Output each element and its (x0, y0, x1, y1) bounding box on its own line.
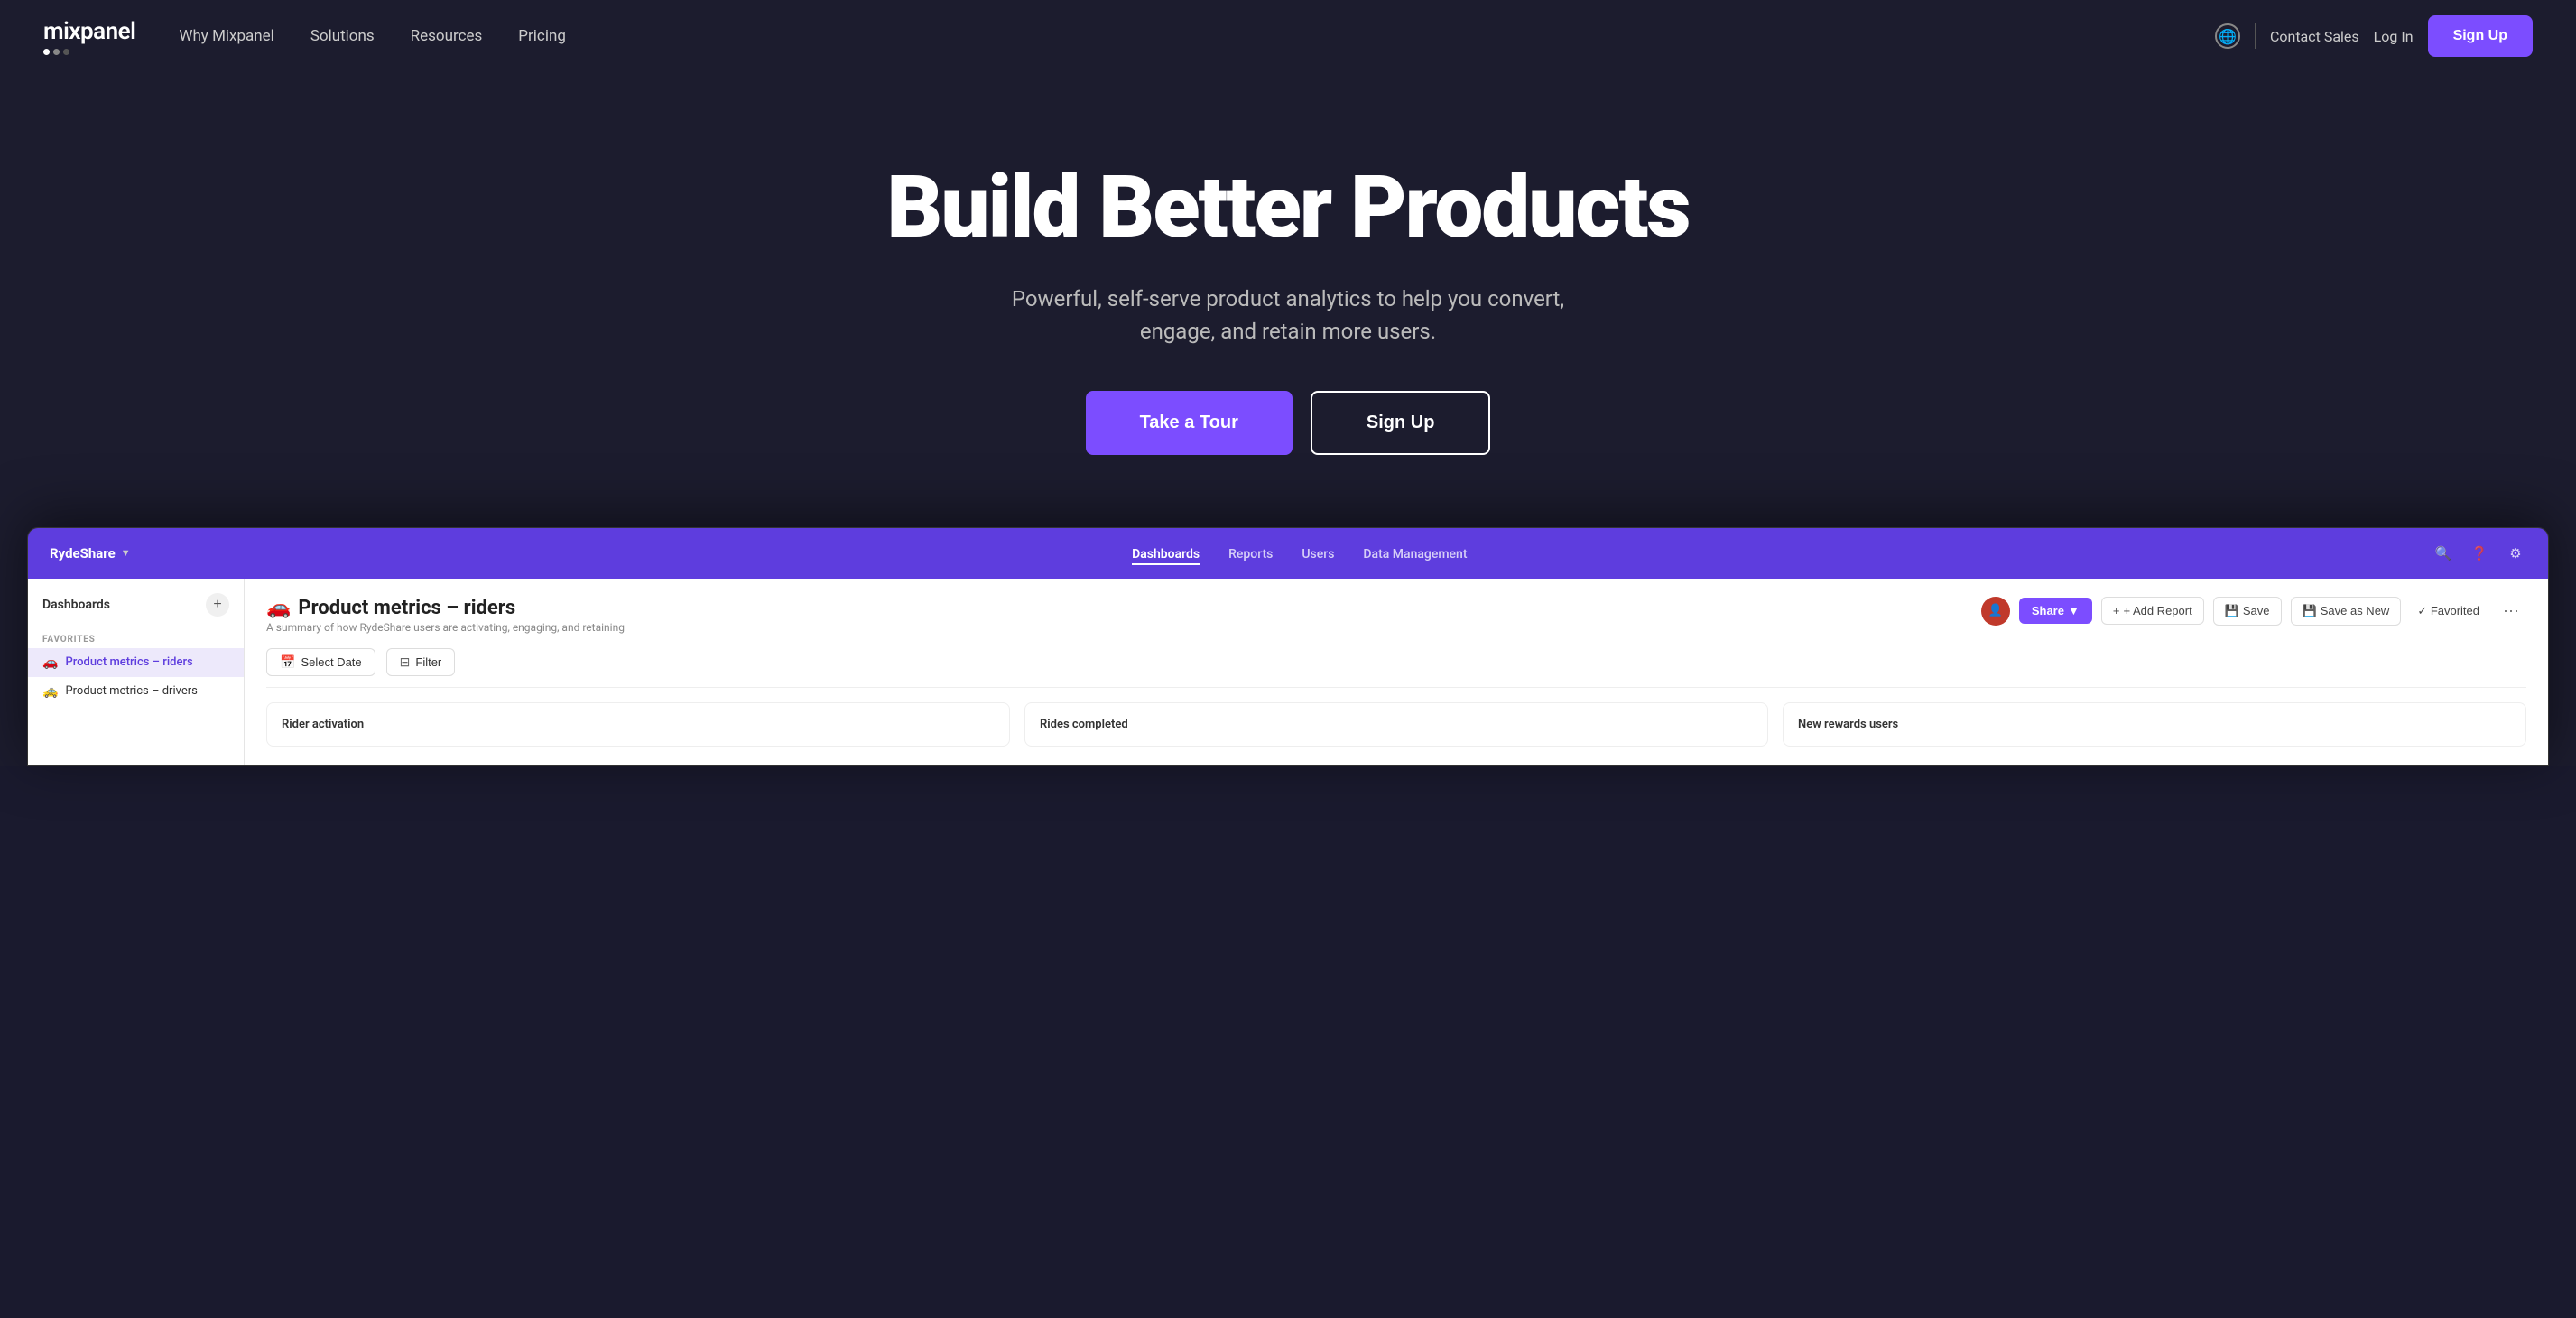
content-actions: 👤 Share ▼ + + Add Report 💾 Save (1981, 597, 2526, 626)
sidebar-item-drivers-label: Product metrics – drivers (65, 684, 197, 698)
settings-icon[interactable]: ⚙ (2505, 543, 2526, 564)
sidebar-add-button[interactable]: + (206, 593, 229, 617)
contact-sales-link[interactable]: Contact Sales (2270, 28, 2359, 45)
filter-icon: ⊟ (400, 654, 411, 670)
app-nav-dashboards[interactable]: Dashboards (1132, 547, 1200, 565)
signup-hero-button[interactable]: Sign Up (1311, 391, 1491, 455)
nav-link-why[interactable]: Why Mixpanel (179, 27, 273, 45)
calendar-icon: 📅 (280, 654, 295, 670)
app-nav-data-management[interactable]: Data Management (1363, 547, 1467, 562)
sidebar-item-riders-label: Product metrics – riders (65, 655, 192, 669)
logo-dot-2 (53, 49, 60, 55)
globe-icon[interactable]: 🌐 (2215, 23, 2240, 49)
add-report-button[interactable]: + + Add Report (2101, 597, 2204, 625)
app-content: 🚗 Product metrics – riders A summary of … (245, 579, 2548, 765)
logo-dot-1 (43, 49, 50, 55)
nav-right: 🌐 Contact Sales Log In Sign Up (2215, 15, 2533, 57)
share-chevron-icon: ▼ (2068, 604, 2080, 617)
filter-button[interactable]: ⊟ Filter (386, 648, 456, 676)
hero-title: Build Better Products (43, 162, 2533, 254)
metrics-row: Rider activation Rides completed New rew… (266, 702, 2526, 747)
app-preview: RydeShare ▼ Dashboards Reports Users Dat… (27, 527, 2549, 766)
dashboard-icon: 🚗 (266, 597, 291, 619)
dashboard-description: A summary of how RydeShare users are act… (266, 621, 1981, 634)
metric-title-rider-activation: Rider activation (282, 718, 995, 731)
nav-links: Why Mixpanel Solutions Resources Pricing (179, 27, 2215, 45)
more-options-button[interactable]: ··· (2496, 598, 2526, 624)
sidebar-header: Dashboards + (28, 593, 244, 627)
logo[interactable]: mixpanel (43, 18, 135, 55)
help-icon[interactable]: ❓ (2469, 543, 2490, 564)
hero-subtitle: Powerful, self-serve product analytics t… (972, 283, 1604, 348)
app-brand[interactable]: RydeShare ▼ (50, 545, 131, 562)
main-navbar: mixpanel Why Mixpanel Solutions Resource… (0, 0, 2576, 72)
nav-link-resources[interactable]: Resources (411, 27, 483, 45)
app-nav-links: Dashboards Reports Users Data Management (167, 544, 2432, 562)
app-navbar: RydeShare ▼ Dashboards Reports Users Dat… (28, 528, 2548, 579)
app-sidebar: Dashboards + FAVORITES 🚗 Product metrics… (28, 579, 245, 765)
save-icon: 💾 (2225, 604, 2239, 618)
app-nav-reports[interactable]: Reports (1228, 547, 1273, 562)
sidebar-item-drivers[interactable]: 🚕 Product metrics – drivers (28, 677, 244, 706)
hero-buttons: Take a Tour Sign Up (43, 391, 2533, 455)
content-title: 🚗 Product metrics – riders (266, 597, 1981, 619)
app-preview-wrapper: RydeShare ▼ Dashboards Reports Users Dat… (0, 527, 2576, 766)
save-as-new-button[interactable]: 💾 Save as New (2291, 597, 2402, 626)
content-toolbar: 📅 Select Date ⊟ Filter (266, 648, 2526, 688)
add-report-plus-icon: + (2113, 604, 2120, 617)
content-title-area: 🚗 Product metrics – riders A summary of … (266, 597, 1981, 634)
favorited-button[interactable]: ✓ Favorited (2410, 598, 2487, 625)
metric-title-rides-completed: Rides completed (1040, 718, 1753, 731)
hero-section: Build Better Products Powerful, self-ser… (0, 72, 2576, 527)
dashboard-title-text: Product metrics – riders (298, 597, 515, 619)
nav-divider (2255, 23, 2256, 49)
nav-link-solutions[interactable]: Solutions (310, 27, 375, 45)
content-header: 🚗 Product metrics – riders A summary of … (266, 597, 2526, 634)
app-brand-name: RydeShare (50, 545, 116, 562)
login-link[interactable]: Log In (2374, 28, 2414, 45)
metric-title-new-rewards: New rewards users (1798, 718, 2511, 731)
app-nav-users[interactable]: Users (1302, 547, 1334, 562)
sidebar-title: Dashboards (42, 598, 110, 612)
app-nav-right: 🔍 ❓ ⚙ (2432, 543, 2526, 564)
share-button[interactable]: Share ▼ (2019, 598, 2092, 624)
logo-text: mixpanel (43, 18, 135, 45)
drivers-icon: 🚕 (42, 684, 58, 699)
app-main: Dashboards + FAVORITES 🚗 Product metrics… (28, 579, 2548, 765)
signup-nav-button[interactable]: Sign Up (2428, 15, 2533, 57)
user-avatar: 👤 (1981, 597, 2010, 626)
select-date-button[interactable]: 📅 Select Date (266, 648, 375, 676)
metric-card-new-rewards: New rewards users (1783, 702, 2526, 747)
take-tour-button[interactable]: Take a Tour (1086, 391, 1293, 455)
logo-dot-3 (63, 49, 69, 55)
app-brand-chevron-icon: ▼ (121, 547, 131, 559)
sidebar-item-riders[interactable]: 🚗 Product metrics – riders (28, 648, 244, 677)
metric-card-rider-activation: Rider activation (266, 702, 1010, 747)
riders-icon: 🚗 (42, 655, 58, 670)
sidebar-section-label: FAVORITES (28, 627, 244, 648)
metric-card-rides-completed: Rides completed (1024, 702, 1768, 747)
nav-link-pricing[interactable]: Pricing (518, 27, 566, 45)
search-icon[interactable]: 🔍 (2432, 543, 2454, 564)
save-as-new-icon: 💾 (2303, 604, 2317, 618)
save-button[interactable]: 💾 Save (2213, 597, 2282, 626)
